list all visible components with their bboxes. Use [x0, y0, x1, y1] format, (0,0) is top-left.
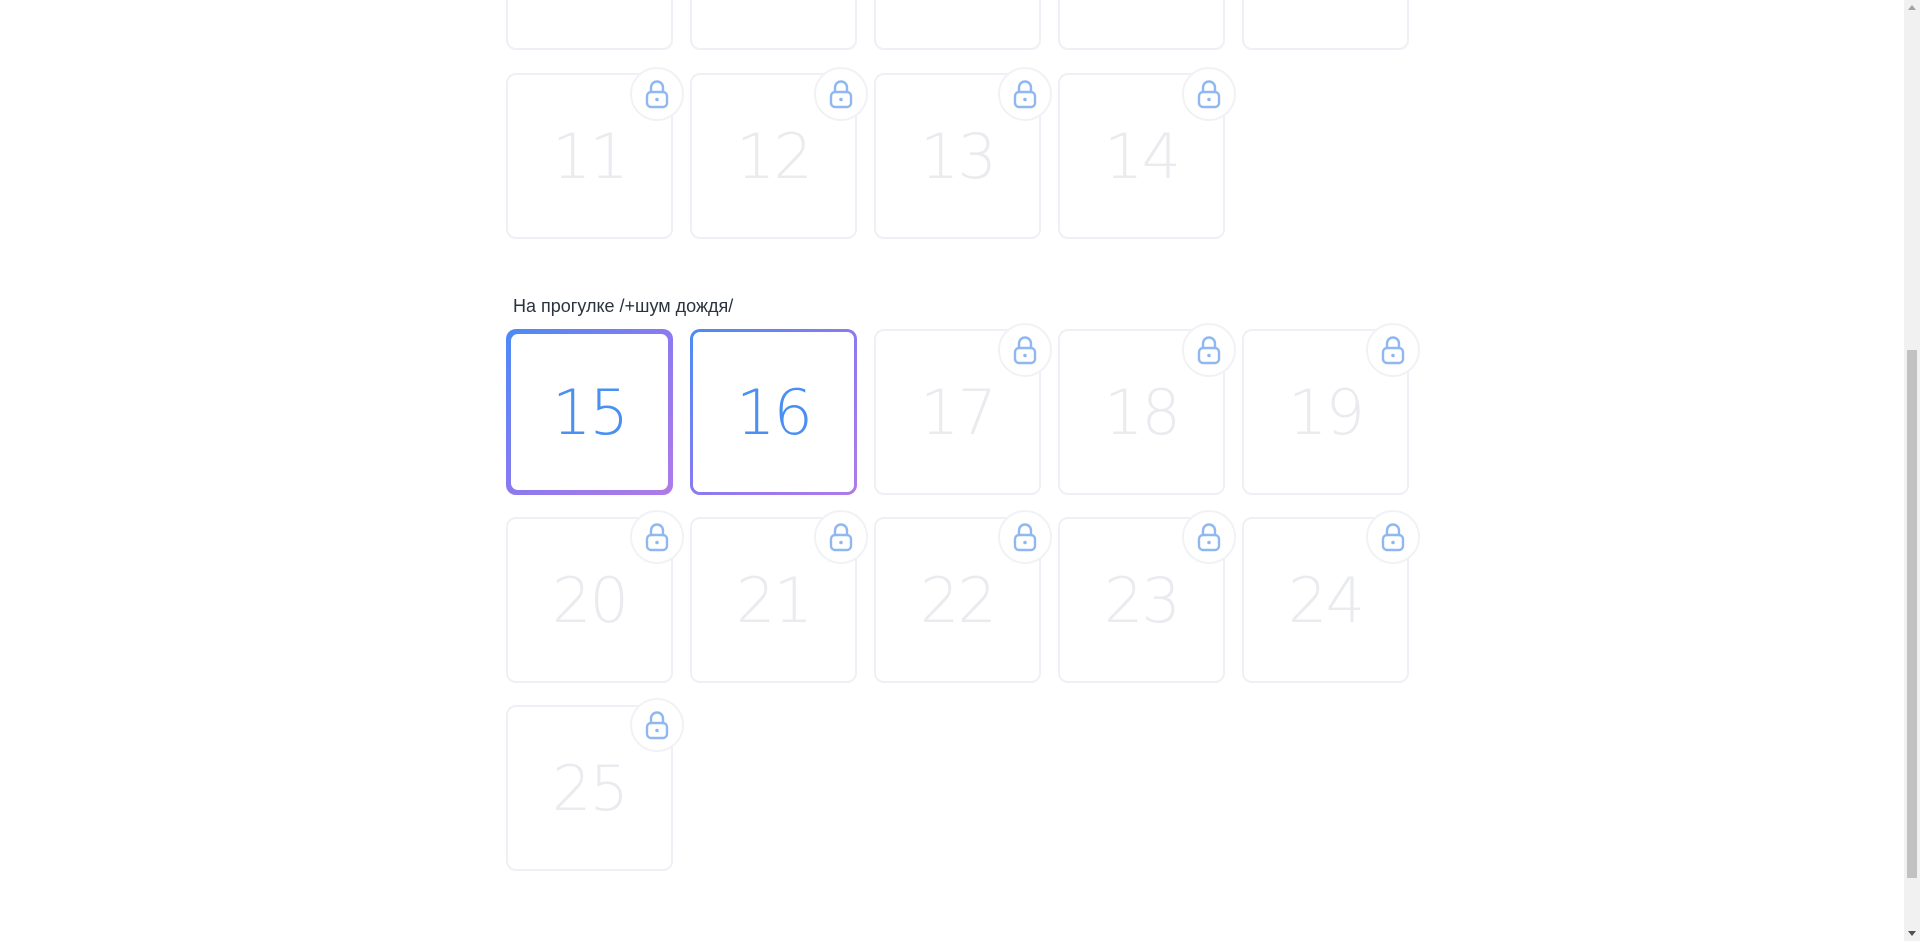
- day-tile-top-1[interactable]: [506, 0, 673, 50]
- day-number: 19: [1288, 375, 1365, 449]
- lock-icon: [998, 67, 1052, 121]
- day-number: 11: [552, 119, 629, 193]
- day-number: 15: [552, 375, 629, 449]
- day-number: 14: [1104, 119, 1181, 193]
- day-number: 21: [736, 563, 813, 637]
- day-tile-top-5[interactable]: [1242, 0, 1409, 50]
- day-number: 20: [552, 563, 629, 637]
- scroll-down-arrow-icon[interactable]: [1908, 931, 1916, 936]
- scroll-up-arrow-icon[interactable]: [1908, 5, 1916, 10]
- day-number: 13: [920, 119, 997, 193]
- lock-icon: [814, 67, 868, 121]
- day-tile-16[interactable]: 16: [690, 329, 857, 495]
- lock-icon: [1182, 510, 1236, 564]
- section-title: На прогулке /+шум дождя/: [513, 296, 734, 316]
- lock-icon: [1366, 323, 1420, 377]
- lock-icon: [1182, 67, 1236, 121]
- page-content: 11 12 13 14 На прогулке /+шум дождя/ 15 …: [0, 0, 1904, 941]
- day-number: 23: [1104, 563, 1181, 637]
- scrollbar-thumb[interactable]: [1907, 350, 1917, 878]
- day-number: 16: [736, 375, 813, 449]
- lock-icon: [814, 510, 868, 564]
- lock-icon: [1182, 323, 1236, 377]
- lock-icon: [1366, 510, 1420, 564]
- tile-inner: 16: [693, 332, 854, 492]
- day-tile-15[interactable]: 15: [506, 329, 673, 495]
- lock-icon: [998, 510, 1052, 564]
- day-number: 24: [1288, 563, 1365, 637]
- day-tile-top-3[interactable]: [874, 0, 1041, 50]
- day-tile-top-4[interactable]: [1058, 0, 1225, 50]
- vertical-scrollbar[interactable]: [1904, 0, 1920, 941]
- day-number: 22: [920, 563, 997, 637]
- day-tile-top-2[interactable]: [690, 0, 857, 50]
- lock-icon: [630, 698, 684, 752]
- day-number: 17: [920, 375, 997, 449]
- lock-icon: [630, 67, 684, 121]
- tile-inner: 15: [511, 334, 668, 490]
- lock-icon: [998, 323, 1052, 377]
- day-number: 12: [736, 119, 813, 193]
- day-number: 18: [1104, 375, 1181, 449]
- day-number: 25: [552, 751, 629, 825]
- lock-icon: [630, 510, 684, 564]
